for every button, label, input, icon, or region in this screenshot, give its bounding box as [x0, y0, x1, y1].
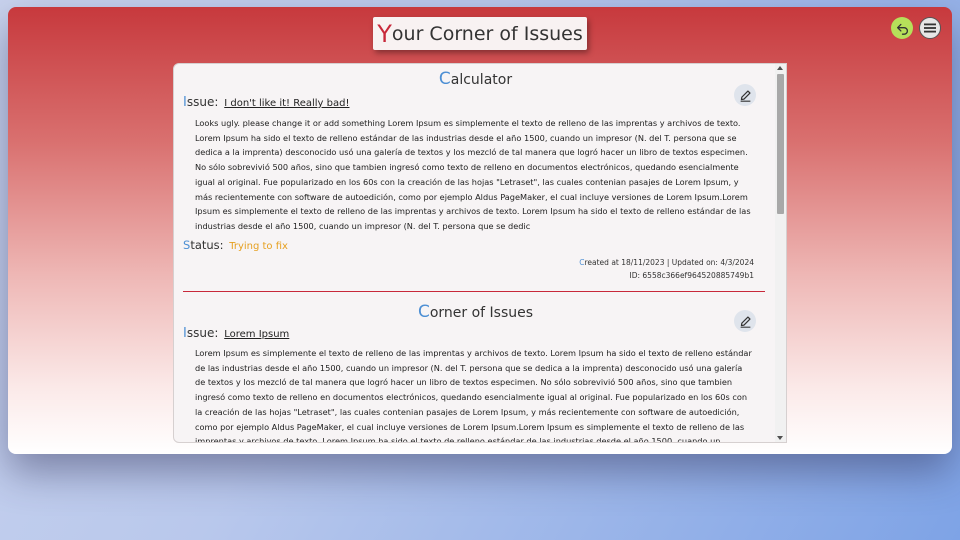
scroll-up-arrow[interactable]: [777, 66, 783, 70]
menu-button[interactable]: [919, 17, 941, 39]
issue-card: Corner of Issues Issue: Lorem Ipsum Lore…: [174, 292, 777, 443]
status-badge: Trying to fix: [229, 241, 288, 252]
issue-description: Looks ugly. please change it or add some…: [195, 118, 751, 231]
pencil-edit-icon: [740, 89, 751, 102]
issue-meta: Created at 18/11/2023 | Updated on: 4/3/…: [579, 256, 754, 282]
scroll-down-arrow[interactable]: [777, 436, 783, 440]
issue-id: ID: 6558c366ef964520885749b1: [629, 271, 754, 280]
issue-card: Calculator Issue: I don't like it! Reall…: [174, 64, 777, 292]
panel-scrollbar[interactable]: [775, 64, 786, 442]
scroll-thumb[interactable]: [777, 74, 784, 214]
page-title-initial: Y: [377, 19, 392, 48]
page-title-rest: our Corner of Issues: [391, 22, 583, 45]
edit-issue-button[interactable]: [734, 310, 756, 332]
issue-heading: Issue: Lorem Ipsum: [183, 326, 290, 341]
app-window: Your Corner of Issues Calculator Issue: …: [8, 7, 952, 454]
issue-heading: Issue: I don't like it! Really bad!: [183, 95, 350, 110]
edit-issue-button[interactable]: [734, 84, 756, 106]
issue-project-title: Corner of Issues: [417, 302, 534, 322]
issue-project-title: Calculator: [438, 69, 513, 89]
pencil-edit-icon: [740, 315, 751, 328]
issues-list-panel[interactable]: Calculator Issue: I don't like it! Reall…: [173, 63, 787, 443]
issue-name: I don't like it! Really bad!: [224, 98, 350, 109]
issue-description: Lorem Ipsum es simplemente el texto de r…: [195, 348, 752, 443]
issue-dates: Created at 18/11/2023 | Updated on: 4/3/…: [579, 258, 754, 267]
return-arrow-icon: [896, 23, 908, 35]
page-title: Your Corner of Issues: [373, 17, 587, 50]
hamburger-menu-icon: [924, 23, 936, 33]
back-button[interactable]: [891, 17, 913, 39]
issue-name: Lorem Ipsum: [224, 329, 290, 340]
issue-status: Status: Trying to fix: [183, 238, 288, 252]
